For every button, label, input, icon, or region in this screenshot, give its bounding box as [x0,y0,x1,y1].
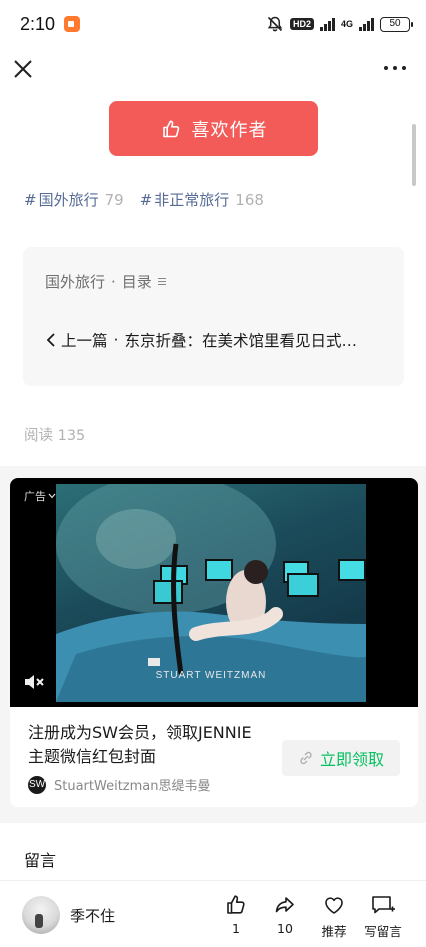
mute-icon[interactable] [22,670,46,694]
share-count: 10 [277,921,293,936]
screen-record-icon [64,16,80,32]
ad-card[interactable]: STUART WEITZMAN 广告 注册成为SW会员，领取JENNIE 主题微… [10,478,418,807]
share-button[interactable]: 10 [261,893,309,936]
catalog-label: 目录 [121,273,152,291]
tag-count: 168 [235,190,264,209]
like-author-label: 喜欢作者 [191,119,268,141]
ad-text-line: 主题微信红包封面 [28,747,157,766]
ad-badge-label: 广告 [24,490,46,503]
like-button[interactable]: 1 [212,893,260,936]
author-name[interactable]: 季不住 [70,905,115,926]
heart-icon [325,897,343,914]
ad-badge[interactable]: 广告 [24,488,56,504]
share-icon [275,897,294,913]
recommend-button[interactable]: 推荐 [310,893,358,940]
close-icon[interactable] [12,58,34,80]
brand-logo-icon: SW [28,775,46,794]
ad-text-line: 注册成为SW会员，领取JENNIE [28,723,252,742]
ad-video[interactable]: STUART WEITZMAN 广告 [10,478,418,707]
thumbs-up-icon [162,120,179,137]
hashtag-icon: # [139,190,153,209]
recommend-label: 推荐 [321,924,347,939]
tag-item[interactable]: # 非正常旅行 168 [140,189,264,210]
status-icons: HD2 4G 50 [266,14,413,34]
comment-icon [372,896,395,914]
battery-icon: 50 [380,16,413,32]
prev-article-title: 东京折叠：在美术馆里看见日式… [124,332,357,350]
separator: · [111,272,116,291]
tag-name: 国外旅行 [38,191,99,209]
ad-video-frame: STUART WEITZMAN [56,484,366,702]
separator: · [113,331,119,349]
like-count: 1 [232,921,240,936]
tag-name: 非正常旅行 [154,191,230,209]
write-comment-label: 写留言 [364,924,402,939]
prev-article-link[interactable]: 上一篇 · 东京折叠：在美术馆里看见日式… [45,329,385,351]
status-time: 2:10 [20,14,56,34]
network-label: 4G [340,19,353,29]
signal-icon [319,17,335,31]
avatar[interactable] [22,896,60,934]
like-author-button[interactable]: 喜欢作者 [109,101,318,156]
bottom-action-bar: 季不住 1 10 推荐 写留言 [0,880,426,947]
chevron-left-icon [46,333,55,347]
signal-icon-2 [359,17,374,31]
list-icon [157,278,166,285]
ad-cta-button[interactable]: 立即领取 [282,740,400,776]
ad-overlay-brand: STUART WEITZMAN [155,670,267,681]
read-value: 135 [57,428,86,444]
nav-bar [0,50,426,90]
read-count: 阅读 135 [24,424,85,445]
collection-header[interactable]: 国外旅行 · 目录 [45,271,166,292]
scrollbar-thumb[interactable] [412,124,416,186]
tag-list: # 国外旅行 79 # 非正常旅行 168 [24,189,264,210]
link-icon [300,751,312,765]
status-bar: 2:10 HD2 4G 50 [0,0,426,50]
ad-description: 注册成为SW会员，领取JENNIE 主题微信红包封面 [28,721,278,769]
hd-badge: HD2 [289,18,314,30]
ad-brand[interactable]: SW StuartWeitzman思缇韦曼 [28,775,211,794]
tag-count: 79 [104,190,124,209]
more-icon[interactable] [384,62,406,74]
tag-item[interactable]: # 国外旅行 79 [24,189,124,210]
prev-label: 上一篇 [61,332,108,350]
chevron-down-icon [48,493,56,499]
hashtag-icon: # [24,190,37,209]
collection-card: 国外旅行 · 目录 上一篇 · 东京折叠：在美术馆里看见日式… [23,247,404,386]
ad-brand-name: StuartWeitzman思缇韦曼 [54,779,211,794]
read-label: 阅读 [24,428,53,444]
thumbs-up-icon [227,895,245,914]
write-comment-button[interactable]: 写留言 [359,893,407,940]
collection-name: 国外旅行 [45,273,106,291]
comments-title: 留言 [24,851,57,870]
ad-cta-label: 立即领取 [319,750,384,769]
mute-bell-icon [267,16,283,32]
